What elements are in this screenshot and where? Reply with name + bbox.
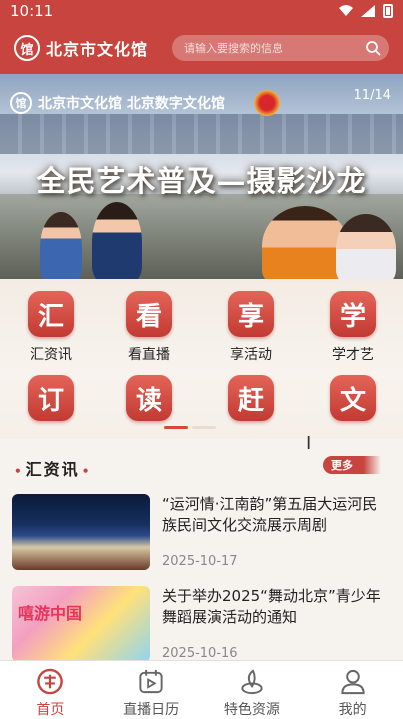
news-tile-icon: 汇 bbox=[28, 291, 74, 337]
grid-item-read[interactable]: 读 bbox=[104, 375, 194, 421]
news-thumbnail: 嘻游中国 bbox=[12, 586, 150, 662]
emblem-icon bbox=[254, 90, 280, 116]
more-button[interactable]: 更多 bbox=[323, 456, 381, 474]
header-bar: 馆 北京市文化馆 请输入要搜索的信息 bbox=[0, 22, 403, 74]
search-placeholder: 请输入要搜索的信息 bbox=[184, 42, 284, 55]
app-header: 10:11 馆 北京市文化馆 请输入要搜索的信息 bbox=[0, 0, 403, 74]
banner-brand: 馆 北京市文化馆 北京数字文化馆 bbox=[10, 92, 225, 114]
banner-counter: 11/14 bbox=[353, 88, 391, 103]
book-tile-icon: 订 bbox=[28, 375, 74, 421]
status-time: 10:11 bbox=[10, 2, 54, 20]
banner-roof bbox=[0, 114, 403, 154]
grid-item-news[interactable]: 汇 汇资讯 bbox=[6, 291, 96, 364]
thumbnail-text: 嘻游中国 bbox=[18, 604, 83, 623]
nav-label: 直播日历 bbox=[123, 702, 180, 718]
news-section-header: 汇资讯 更多 bbox=[0, 446, 403, 482]
live-tile-icon: 看 bbox=[126, 291, 172, 337]
pager-dot-active[interactable] bbox=[164, 426, 188, 429]
news-title: “运河情·江南韵”第五届大运河民族民间文化交流展示周剧 bbox=[162, 495, 378, 534]
banner-carousel[interactable]: 馆 北京市文化馆 北京数字文化馆 11/14 全民艺术普及—摄影沙龙 bbox=[0, 74, 403, 279]
read-tile-icon: 读 bbox=[126, 375, 172, 421]
news-item[interactable]: 嘻游中国 关于举办2025“舞动北京”青少年舞蹈展演活动的通知 2025-10-… bbox=[12, 586, 392, 668]
logo-icon: 馆 bbox=[14, 35, 40, 61]
pager-dot[interactable] bbox=[192, 426, 216, 429]
news-title: 关于举办2025“舞动北京”青少年舞蹈展演活动的通知 bbox=[162, 587, 381, 626]
grid-pager bbox=[164, 426, 216, 429]
app-logo[interactable]: 馆 北京市文化馆 bbox=[14, 35, 148, 61]
news-item[interactable]: “运河情·江南韵”第五届大运河民族民间文化交流展示周剧 2025-10-17 bbox=[12, 494, 392, 576]
attend-tile-icon: 赶 bbox=[228, 375, 274, 421]
grid-item-culture[interactable]: 文 bbox=[308, 375, 398, 421]
nav-live-calendar[interactable]: 直播日历 bbox=[101, 661, 202, 719]
section-title: 汇资讯 bbox=[12, 456, 93, 480]
leaf-resource-icon bbox=[241, 669, 263, 695]
nav-label: 首页 bbox=[36, 702, 65, 718]
nav-label: 我的 bbox=[338, 702, 367, 718]
grid-label: 享活动 bbox=[230, 347, 272, 363]
grid-label: 学才艺 bbox=[332, 347, 374, 363]
home-logo-icon bbox=[37, 668, 64, 695]
person-icon bbox=[341, 669, 365, 695]
news-date: 2025-10-16 bbox=[162, 646, 238, 661]
logo-text: 北京市文化馆 bbox=[46, 40, 149, 59]
calendar-play-icon bbox=[139, 669, 163, 694]
learn-tile-icon: 学 bbox=[330, 291, 376, 337]
grid-label: 看直播 bbox=[128, 347, 170, 363]
nav-label: 特色资源 bbox=[223, 702, 280, 718]
search-input[interactable]: 请输入要搜索的信息 bbox=[172, 35, 389, 61]
nav-home[interactable]: 首页 bbox=[0, 661, 101, 719]
banner-logo-icon: 馆 bbox=[10, 92, 32, 114]
news-date: 2025-10-17 bbox=[162, 554, 238, 569]
wifi-icon bbox=[339, 5, 353, 16]
banner-photo-child bbox=[336, 214, 396, 279]
activity-tile-icon: 享 bbox=[228, 291, 274, 337]
grid-item-activity[interactable]: 享 享活动 bbox=[206, 291, 296, 364]
nav-profile[interactable]: 我的 bbox=[302, 661, 403, 719]
banner-photo-child bbox=[40, 212, 82, 279]
battery-icon bbox=[383, 4, 393, 18]
quick-grid: 汇 汇资讯 看 看直播 享 享活动 学 学才艺 订 读 赶 文 Ⅰ bbox=[0, 279, 403, 454]
search-icon[interactable] bbox=[365, 40, 381, 56]
grid-label: 汇资讯 bbox=[30, 347, 72, 363]
grid-item-live[interactable]: 看 看直播 bbox=[104, 291, 194, 364]
culture-tile-icon: 文 bbox=[330, 375, 376, 421]
banner-brand-text: 北京市文化馆 北京数字文化馆 bbox=[38, 96, 225, 112]
banner-title: 全民艺术普及—摄影沙龙 bbox=[36, 164, 367, 198]
grid-item-attend[interactable]: 赶 bbox=[206, 375, 296, 421]
banner-photo-child bbox=[92, 202, 142, 279]
grid-item-book[interactable]: 订 bbox=[6, 375, 96, 421]
nav-featured-resources[interactable]: 特色资源 bbox=[202, 661, 303, 719]
status-icons bbox=[339, 4, 393, 18]
news-thumbnail bbox=[12, 494, 150, 570]
status-bar: 10:11 bbox=[0, 0, 403, 22]
signal-icon bbox=[361, 5, 375, 17]
grid-item-learn[interactable]: 学 学才艺 bbox=[308, 291, 398, 364]
bottom-nav: 首页 直播日历 特色资源 我的 bbox=[0, 660, 403, 719]
